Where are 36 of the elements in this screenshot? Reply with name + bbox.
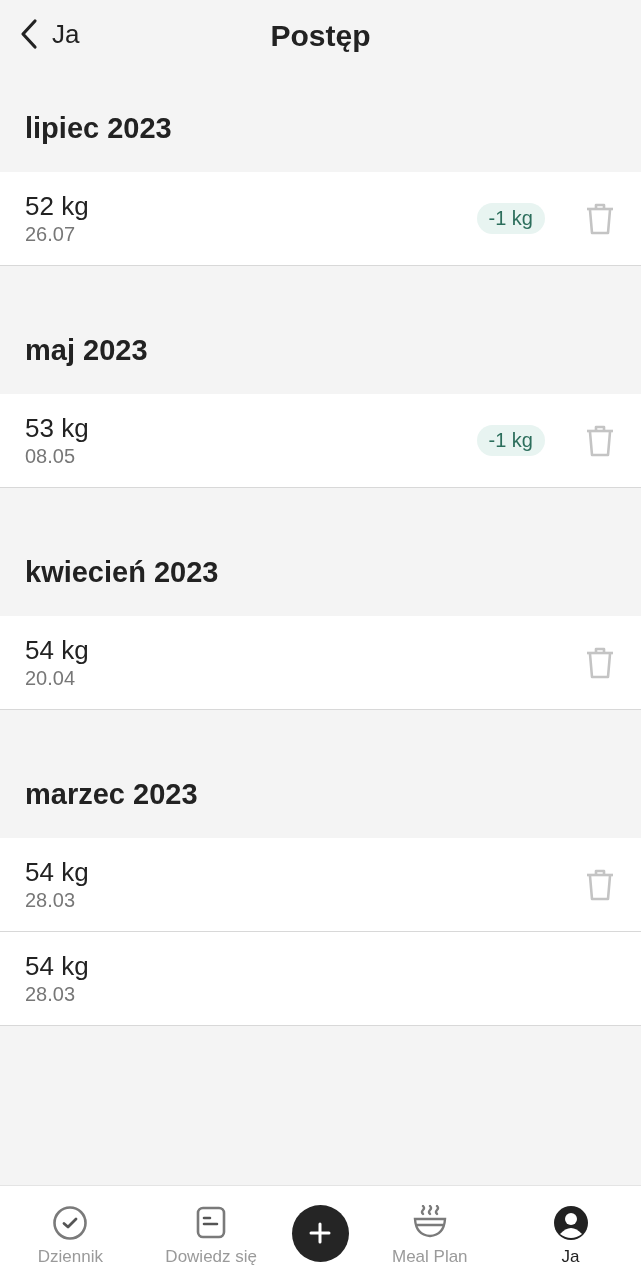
trash-icon [585,423,615,458]
entry-date: 08.05 [25,443,77,469]
weight-entry-row[interactable]: 53 kg 08.05 -1 kg [0,394,641,488]
trash-icon [585,867,615,902]
weight-entry-row[interactable]: 54 kg 28.03 [0,932,641,1026]
delete-button[interactable] [585,645,615,680]
entry-date: 26.07 [25,221,77,247]
weight-change-badge: -1 kg [476,203,545,234]
weight-value: 53 kg [25,412,90,443]
weight-entry-row[interactable]: 54 kg 28.03 [0,838,641,932]
month-heading: maj 2023 [24,332,149,368]
check-circle-icon [52,1205,89,1241]
weight-change-badge: -1 kg [476,425,545,456]
month-heading: marzec 2023 [24,776,199,812]
weight-value: 54 kg [25,634,90,665]
delete-button[interactable] [585,423,615,458]
weight-value: 54 kg [25,856,90,887]
weight-entry-row[interactable]: 52 kg 26.07 -1 kg [0,172,641,266]
page-title: Postęp [270,19,371,53]
weight-value: 54 kg [25,950,90,981]
entry-date: 28.03 [25,887,77,913]
entry-date: 20.04 [25,665,77,691]
add-button[interactable] [292,1204,349,1262]
weight-entry-row[interactable]: 54 kg 20.04 [0,616,641,710]
month-heading: kwiecień 2023 [24,554,220,590]
entry-date: 28.03 [25,981,77,1007]
delete-button[interactable] [585,867,615,902]
user-icon [552,1205,589,1241]
month-heading: lipiec 2023 [24,110,173,146]
nav-tab[interactable]: Ja [510,1205,631,1267]
back-button[interactable]: Ja [18,18,80,50]
trash-icon [585,645,615,680]
plus-icon [309,1222,332,1244]
trash-icon [585,201,615,236]
delete-button[interactable] [585,201,615,236]
weight-value: 52 kg [25,190,90,221]
